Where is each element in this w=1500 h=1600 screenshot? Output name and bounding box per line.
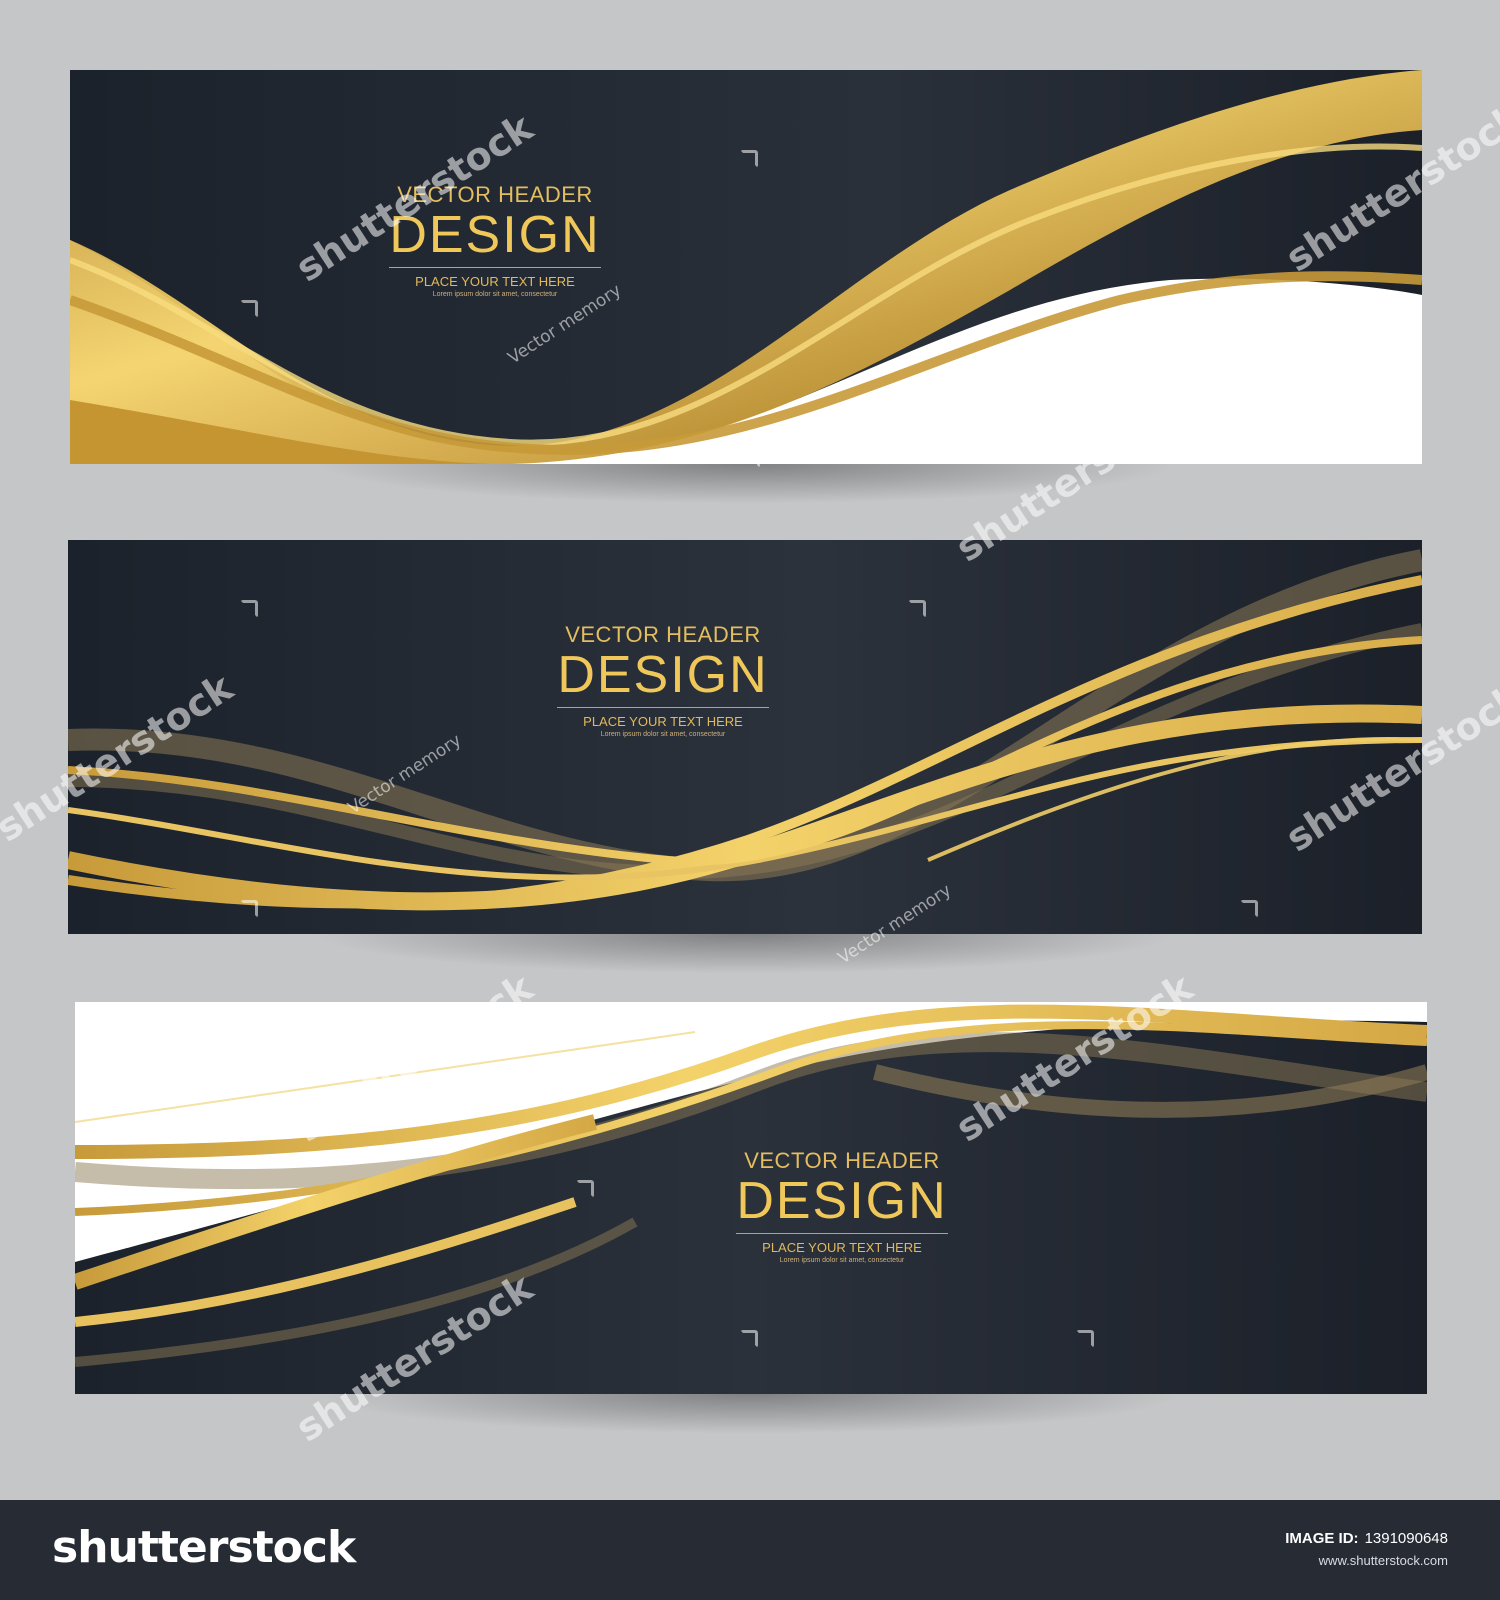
banner-1-artwork — [70, 70, 1422, 464]
footer-meta: IMAGE ID: 1391090648 www.shutterstock.com — [1285, 1530, 1448, 1568]
banner-3-pretitle: VECTOR HEADER — [744, 1148, 940, 1173]
watermark-mark-icon — [576, 1180, 594, 1198]
footer-bar: shutterstock IMAGE ID: 1391090648 www.shu… — [0, 1500, 1500, 1600]
banner-2-pretitle: VECTOR HEADER — [565, 622, 761, 647]
banner-2-title: DESIGN — [557, 648, 769, 708]
image-id-row: IMAGE ID: 1391090648 — [1285, 1530, 1448, 1547]
watermark-mark-icon — [240, 300, 258, 318]
banner-3-caption: Lorem ipsum dolor sit amet, consectetur — [779, 1256, 905, 1264]
watermark-mark-icon — [1240, 900, 1258, 918]
banner-3-subtitle: PLACE YOUR TEXT HERE — [762, 1239, 922, 1255]
watermark-mark-icon — [908, 600, 926, 618]
banner-3-copy: VECTOR HEADER DESIGN PLACE YOUR TEXT HER… — [727, 1148, 957, 1264]
banner-2-subtitle: PLACE YOUR TEXT HERE — [583, 713, 743, 729]
watermark-mark-icon — [742, 450, 760, 468]
banner-2-copy: VECTOR HEADER DESIGN PLACE YOUR TEXT HER… — [548, 622, 778, 738]
watermark-mark-icon — [740, 1330, 758, 1348]
footer-logo: shutterstock — [52, 1522, 356, 1573]
site-url: www.shutterstock.com — [1318, 1553, 1448, 1568]
watermark-mark-icon — [240, 600, 258, 618]
banner-1: VECTOR HEADER DESIGN PLACE YOUR TEXT HER… — [70, 70, 1422, 504]
banner-1-subtitle: PLACE YOUR TEXT HERE — [415, 273, 575, 289]
watermark-mark-icon — [740, 150, 758, 168]
image-id-label: IMAGE ID: — [1285, 1530, 1359, 1547]
watermark-mark-icon — [1076, 1330, 1094, 1348]
image-id-value: 1391090648 — [1364, 1530, 1448, 1547]
banner-2: VECTOR HEADER DESIGN PLACE YOUR TEXT HER… — [68, 540, 1422, 974]
banner-3-title: DESIGN — [736, 1174, 948, 1234]
watermark-mark-icon — [240, 900, 258, 918]
banner-1-caption: Lorem ipsum dolor sit amet, consectetur — [432, 290, 558, 298]
banner-2-caption: Lorem ipsum dolor sit amet, consectetur — [600, 730, 726, 738]
